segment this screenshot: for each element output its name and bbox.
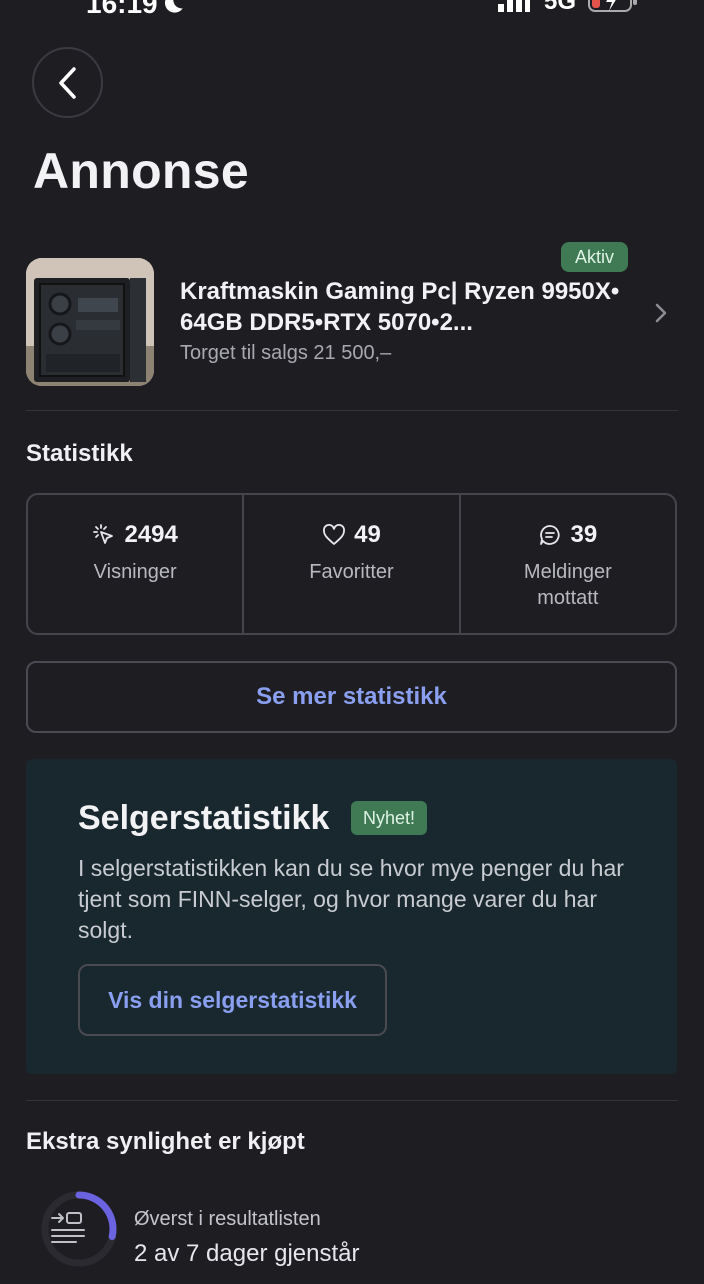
stats-box: 2494 Visninger 49 Favoritter 39 Meldinge…	[26, 493, 677, 635]
listing-price: Torget til salgs 21 500,–	[180, 342, 392, 364]
visibility-row: Øverst i resultatlisten 2 av 7 dager gje…	[26, 1180, 678, 1284]
back-button[interactable]	[32, 47, 103, 118]
listing-thumbnail	[26, 258, 154, 386]
battery-icon	[588, 0, 637, 12]
status-time: 16:19	[86, 0, 158, 19]
seller-card-text: I selgerstatistikken kan du se hvor mye …	[78, 855, 624, 943]
stat-value: 2494	[124, 521, 178, 548]
chevron-right-icon	[655, 303, 667, 323]
more-statistics-button[interactable]: Se mer statistikk	[26, 661, 677, 733]
stat-value: 39	[570, 521, 598, 548]
visibility-label: Øverst i resultatlisten	[134, 1208, 321, 1230]
heart-icon	[323, 524, 346, 545]
network-label: 5G	[544, 0, 577, 15]
stat-label: Meldinger mottatt	[523, 561, 612, 609]
cursor-click-icon	[93, 524, 114, 544]
visibility-remaining: 2 av 7 dager gjenstår	[134, 1240, 360, 1267]
stat-messages: 39 Meldinger mottatt	[461, 495, 675, 633]
seller-statistics-card: Selgerstatistikk Nyhet! I selgerstatisti…	[26, 759, 677, 1074]
seller-card-title: Selgerstatistikk	[78, 799, 330, 837]
stat-views: 2494 Visninger	[28, 495, 245, 633]
stat-value: 49	[354, 521, 381, 548]
stat-label: Visninger	[93, 561, 177, 583]
chevron-left-icon	[58, 66, 76, 99]
list-top-icon	[51, 1212, 85, 1243]
status-badge: Aktiv	[561, 242, 629, 272]
listing-title: Kraftmaskin Gaming Pc| Ryzen 9950X• 64GB…	[180, 278, 620, 336]
stat-favorites: 49 Favoritter	[244, 495, 461, 633]
seller-statistics-button[interactable]: Vis din selgerstatistikk	[78, 964, 387, 1036]
divider	[26, 410, 678, 411]
new-badge: Nyhet!	[351, 801, 428, 835]
listing-row[interactable]: Aktiv Kraftmaskin Gaming Pc| Ryzen 9950X…	[0, 240, 704, 400]
stats-heading: Statistikk	[26, 440, 133, 467]
stat-label: Favoritter	[309, 561, 394, 583]
moon-icon	[165, 0, 183, 13]
page-title: Annonse	[33, 143, 249, 199]
visibility-heading: Ekstra synlighet er kjøpt	[26, 1128, 305, 1155]
status-bar: 16:19 5G	[0, 0, 704, 20]
divider	[26, 1100, 678, 1101]
chat-icon	[540, 525, 561, 545]
signal-icon	[498, 0, 530, 12]
ad-page: 16:19 5G Annonse Aktiv Kraftmaskin Gamin…	[0, 0, 704, 1284]
